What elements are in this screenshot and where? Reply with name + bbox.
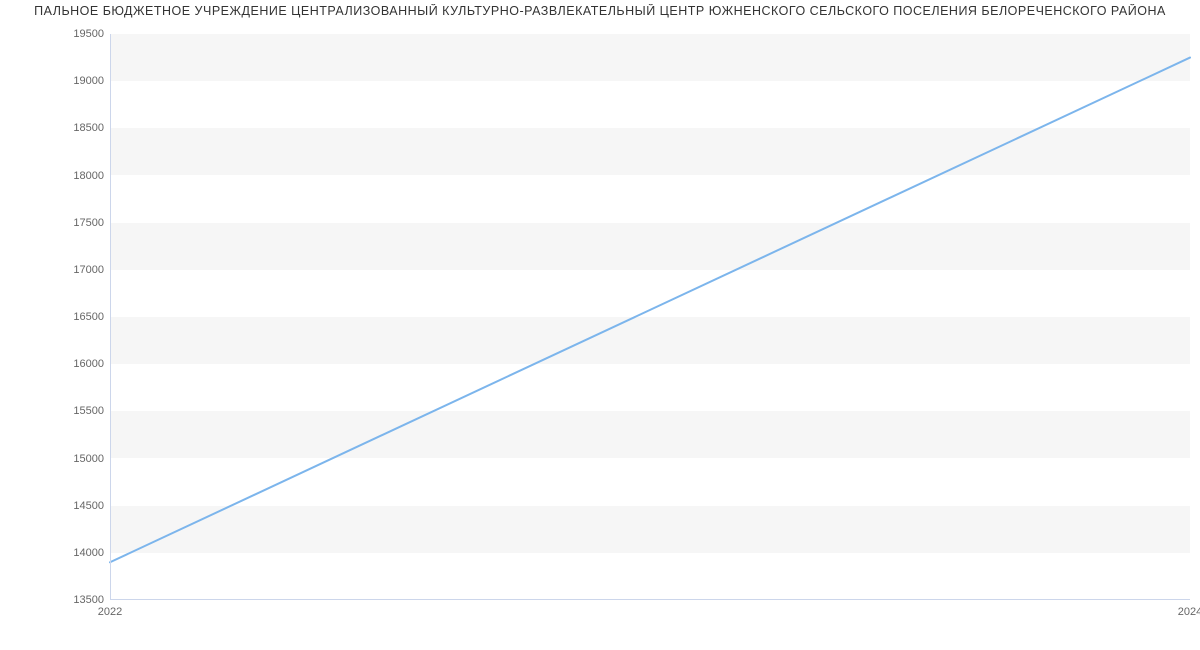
y-tick-label: 15000 bbox=[9, 453, 104, 465]
x-tick-label: 2022 bbox=[98, 606, 122, 618]
y-tick-label: 15500 bbox=[9, 405, 104, 417]
y-axis-line bbox=[110, 34, 111, 600]
y-tick-label: 19500 bbox=[9, 28, 104, 40]
y-tick-label: 16000 bbox=[9, 358, 104, 370]
y-tick-label: 13500 bbox=[9, 594, 104, 606]
y-tick-label: 16500 bbox=[9, 311, 104, 323]
y-tick-label: 19000 bbox=[9, 75, 104, 87]
y-tick-label: 18000 bbox=[9, 170, 104, 182]
y-tick-label: 14000 bbox=[9, 547, 104, 559]
line-series bbox=[110, 34, 1190, 600]
y-tick-label: 17500 bbox=[9, 217, 104, 229]
y-tick-label: 18500 bbox=[9, 122, 104, 134]
chart-container: ПАЛЬНОЕ БЮДЖЕТНОЕ УЧРЕЖДЕНИЕ ЦЕНТРАЛИЗОВ… bbox=[0, 0, 1200, 650]
x-tick-label: 2024 bbox=[1178, 606, 1200, 618]
x-axis-line bbox=[110, 599, 1190, 600]
y-tick-label: 14500 bbox=[9, 500, 104, 512]
chart-title: ПАЛЬНОЕ БЮДЖЕТНОЕ УЧРЕЖДЕНИЕ ЦЕНТРАЛИЗОВ… bbox=[0, 4, 1200, 18]
plot-area bbox=[110, 34, 1190, 600]
y-tick-label: 17000 bbox=[9, 264, 104, 276]
